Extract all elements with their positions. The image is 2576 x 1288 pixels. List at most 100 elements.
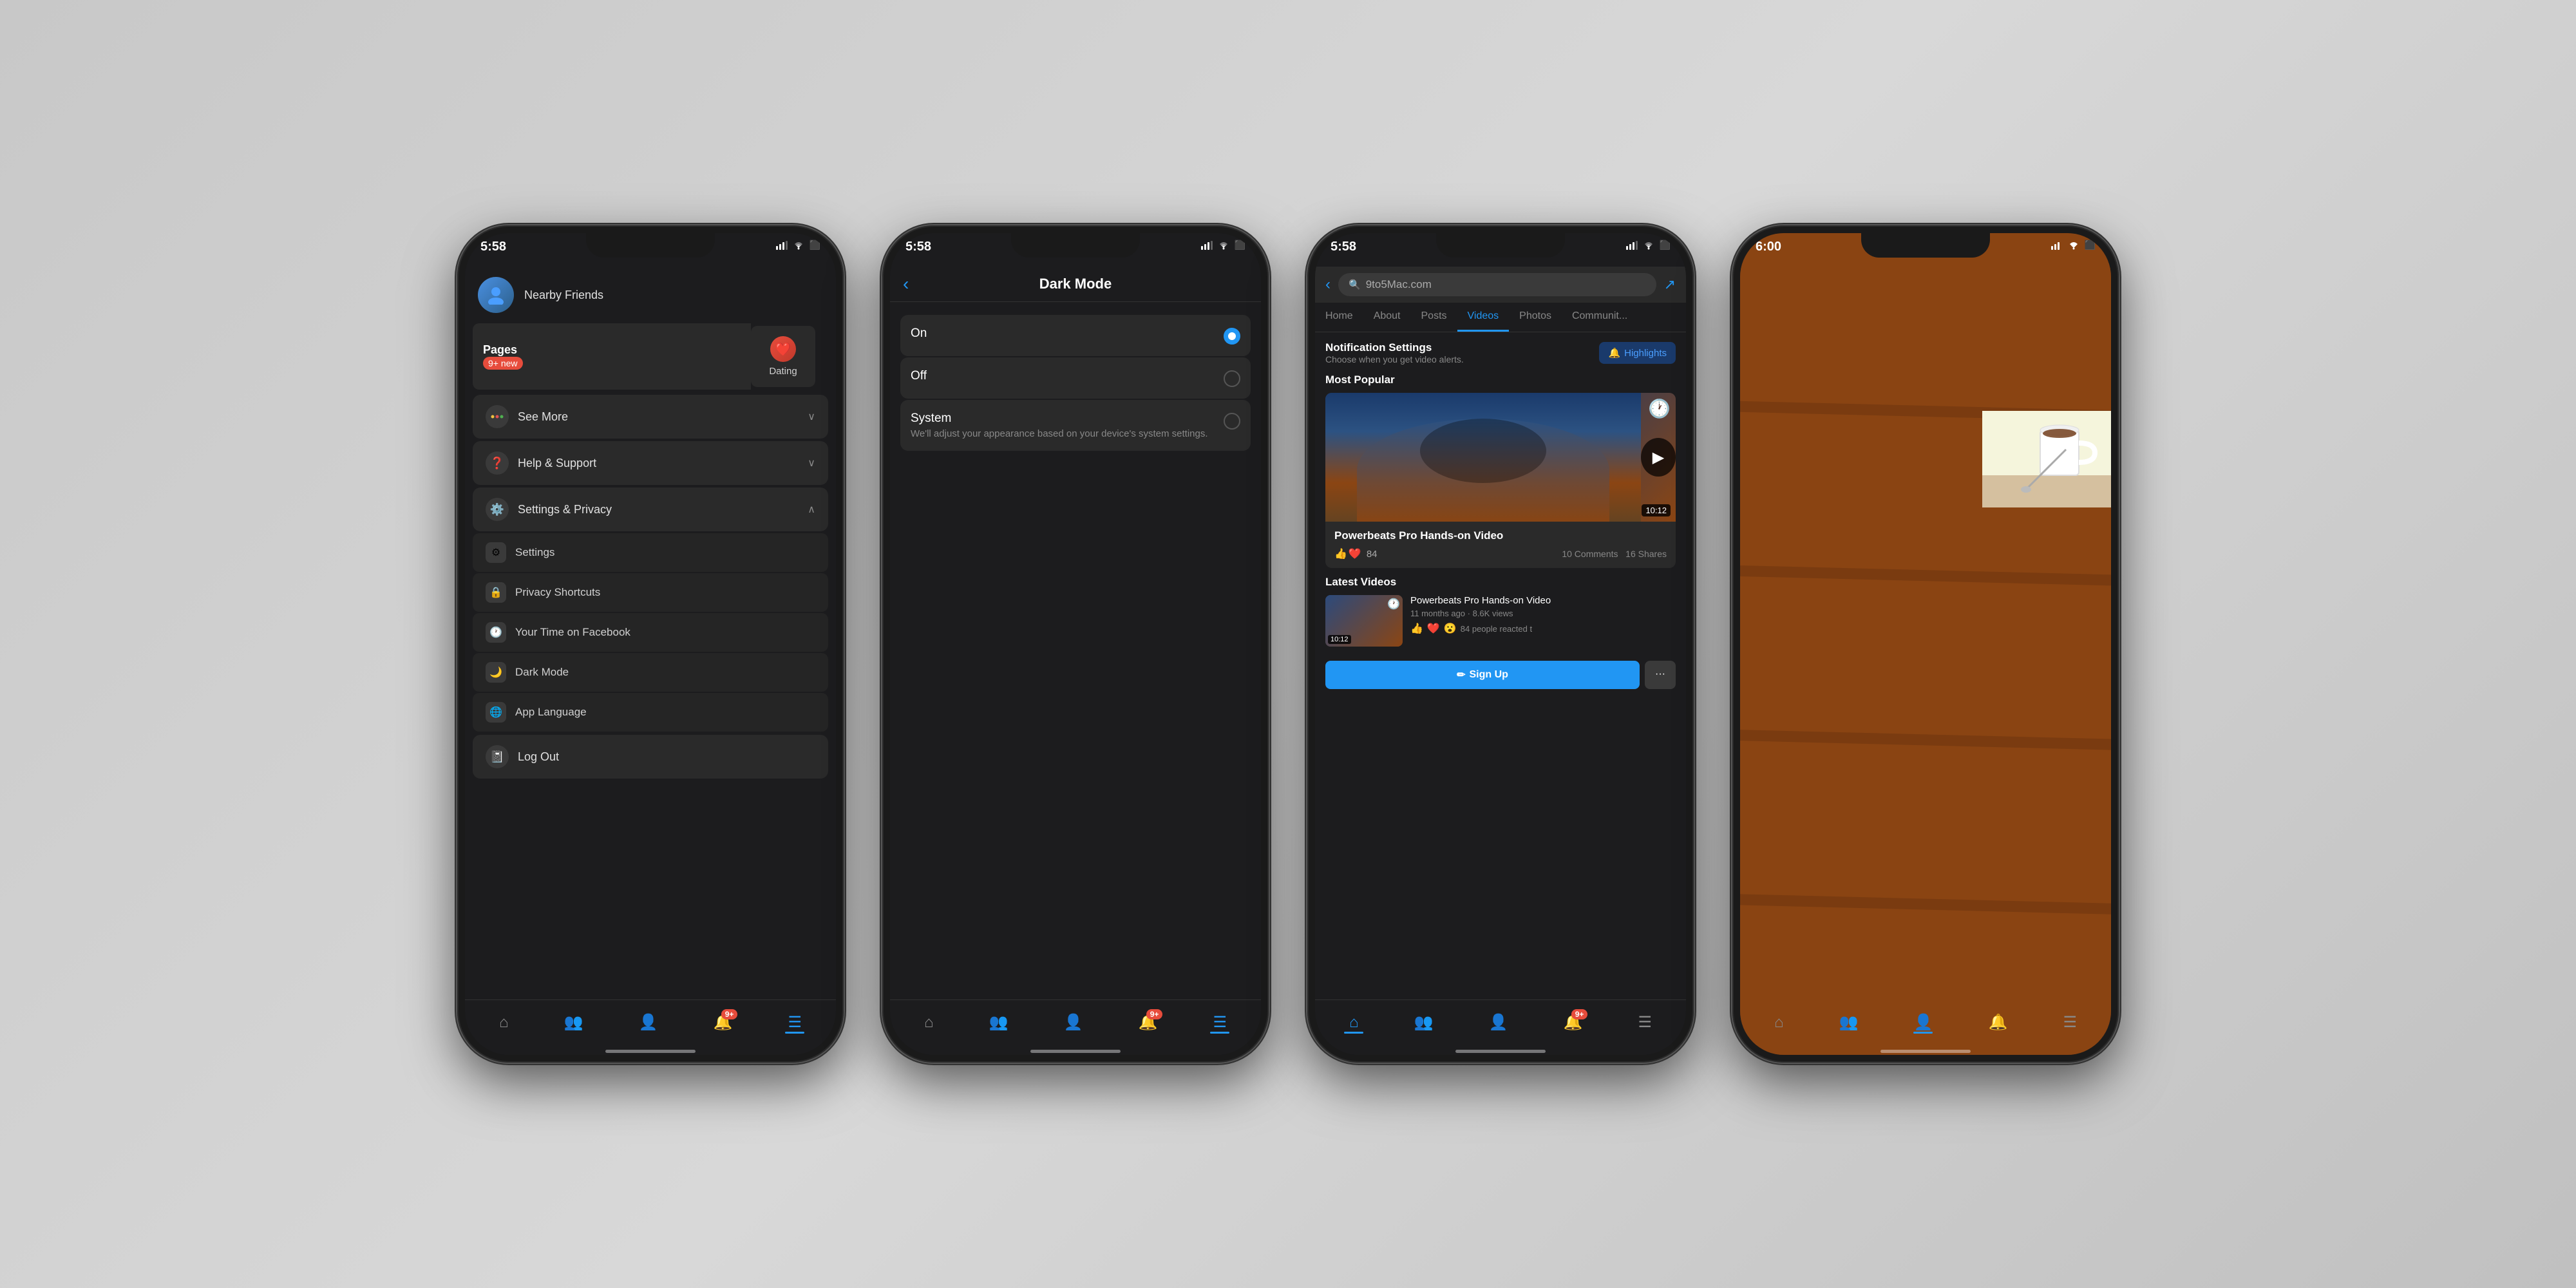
- nav-friends-2[interactable]: 👥: [989, 1013, 1009, 1032]
- log-out-item[interactable]: 📓 Log Out: [473, 735, 828, 779]
- nav-bell-1[interactable]: 🔔 9+: [714, 1013, 733, 1032]
- nav-profile-2[interactable]: 👤: [1064, 1013, 1083, 1032]
- nav-menu-4[interactable]: ☰: [2063, 1013, 2077, 1032]
- signal-icon: [776, 241, 788, 250]
- nav-bell-2[interactable]: 🔔 9+: [1139, 1013, 1158, 1032]
- off-radio[interactable]: [1224, 370, 1240, 387]
- off-label: Off: [911, 369, 927, 383]
- share-icon-3[interactable]: ↗: [1664, 276, 1676, 293]
- dark-option-on[interactable]: On: [900, 315, 1251, 356]
- privacy-shortcuts-item[interactable]: 🔒 Privacy Shortcuts: [473, 573, 828, 612]
- tab-community-3[interactable]: Communit...: [1562, 303, 1638, 332]
- nearby-friends-label: Nearby Friends: [524, 289, 603, 302]
- nav-home-4[interactable]: ⌂: [1774, 1014, 1784, 1032]
- friends-icon-2: 👥: [989, 1013, 1009, 1032]
- nav-bell-3[interactable]: 🔔 9+: [1564, 1013, 1583, 1032]
- on-radio-dot: [1228, 332, 1236, 340]
- search-input-3[interactable]: 🔍 9to5Mac.com: [1338, 273, 1656, 296]
- main-video-thumbnail: ▶ 🕐 10:12: [1325, 393, 1676, 522]
- highlights-button[interactable]: 🔔 Highlights: [1599, 342, 1676, 364]
- nav-home-2[interactable]: ⌂: [924, 1014, 934, 1032]
- home-indicator-1: [465, 1051, 836, 1055]
- play-button[interactable]: ▶: [1641, 438, 1676, 477]
- back-icon-3[interactable]: ‹: [1325, 276, 1331, 294]
- profile-icon-4: 👤: [1914, 1013, 1933, 1032]
- more-button[interactable]: ···: [1645, 661, 1676, 689]
- privacy-shortcuts-label: Privacy Shortcuts: [515, 586, 600, 599]
- settings-item[interactable]: ⚙ Settings: [473, 533, 828, 572]
- status-icons-4: ⬛: [2051, 240, 2096, 251]
- settings-privacy-icon: ⚙️: [486, 498, 509, 521]
- notif-title: Notification Settings: [1325, 341, 1464, 354]
- sign-up-button[interactable]: ✏ Sign Up: [1325, 661, 1640, 689]
- nav-profile-1[interactable]: 👤: [639, 1013, 658, 1032]
- settings-privacy-item[interactable]: ⚙️ Settings & Privacy ∧: [473, 488, 828, 531]
- photo-grid: [1740, 314, 2111, 507]
- status-time-3: 5:58: [1331, 240, 1356, 254]
- nav-menu-2[interactable]: ☰: [1213, 1013, 1227, 1032]
- status-icons-1: ⬛: [776, 240, 820, 251]
- profile-icon-1: 👤: [639, 1013, 658, 1032]
- notch-1: [586, 233, 715, 258]
- dark-option-off[interactable]: Off: [900, 357, 1251, 399]
- see-more-chevron: ∨: [808, 410, 815, 423]
- system-label: System: [911, 412, 1208, 426]
- on-radio[interactable]: [1224, 328, 1240, 345]
- signal-icon-2: [1201, 241, 1213, 250]
- pages-card[interactable]: Pages 9+ new: [473, 323, 751, 390]
- nearby-avatar: [478, 277, 514, 313]
- nearby-friends-section[interactable]: Nearby Friends: [465, 267, 836, 323]
- dark-mode-item[interactable]: 🌙 Dark Mode: [473, 653, 828, 692]
- tab-videos-3[interactable]: Videos: [1457, 303, 1510, 332]
- phone-1: 5:58 ⬛ Nearby Friends Pages 9+ new: [457, 225, 844, 1063]
- app-language-label: App Language: [515, 706, 587, 719]
- tab-about-3[interactable]: About: [1363, 303, 1411, 332]
- latest-video-item[interactable]: 🕐 10:12 Powerbeats Pro Hands-on Video 11…: [1325, 595, 1676, 647]
- latest-reactions: 👍 ❤️ 😮 84 people reacted t: [1410, 622, 1551, 635]
- search-text-3: 9to5Mac.com: [1366, 278, 1432, 291]
- app-language-item[interactable]: 🌐 App Language: [473, 693, 828, 732]
- highlights-label: Highlights: [1624, 348, 1667, 359]
- phone-3: 5:58 ⬛ ‹ 🔍 9to5Mac.com ↗ Home About Post…: [1307, 225, 1694, 1063]
- main-video-card[interactable]: ▶ 🕐 10:12 Powerbeats Pro Hands-on Video …: [1325, 393, 1676, 568]
- nav-home-1[interactable]: ⌂: [499, 1014, 509, 1032]
- secondary-photos: [1982, 314, 2111, 507]
- nav-friends-1[interactable]: 👥: [564, 1013, 583, 1032]
- tab-photos-3[interactable]: Photos: [1509, 303, 1562, 332]
- nav-profile-3[interactable]: 👤: [1489, 1013, 1508, 1032]
- settings-icon: ⚙: [486, 542, 506, 563]
- active-indicator-2: [1210, 1032, 1229, 1034]
- nav-home-3[interactable]: ⌂: [1349, 1014, 1359, 1032]
- system-radio[interactable]: [1224, 413, 1240, 430]
- nav-menu-1[interactable]: ☰: [788, 1013, 802, 1032]
- nav-profile-4[interactable]: 👤: [1914, 1013, 1933, 1032]
- nav-friends-3[interactable]: 👥: [1414, 1013, 1434, 1032]
- friends-icon-4: 👥: [1839, 1013, 1859, 1032]
- see-more-item[interactable]: See More ∨: [473, 395, 828, 439]
- tab-home-3[interactable]: Home: [1315, 303, 1363, 332]
- pages-title: Pages: [483, 343, 523, 357]
- video-title: Powerbeats Pro Hands-on Video: [1334, 529, 1667, 542]
- video-duration: 10:12: [1642, 504, 1671, 516]
- battery-icon: ⬛: [810, 240, 820, 251]
- menu-icon-3: ☰: [1638, 1013, 1652, 1032]
- latest-reactions-text: 84 people reacted t: [1461, 624, 1532, 634]
- bottom-actions-3: ✏ Sign Up ···: [1315, 654, 1686, 696]
- photo-top[interactable]: [1982, 314, 2111, 411]
- like-icon: 👍: [1334, 547, 1347, 560]
- photo-bottom[interactable]: [1982, 411, 2111, 507]
- help-support-item[interactable]: ❓ Help & Support ∨: [473, 441, 828, 485]
- wifi-icon-4: [2068, 241, 2079, 250]
- nav-friends-4[interactable]: 👥: [1839, 1013, 1859, 1032]
- dark-option-system[interactable]: System We'll adjust your appearance base…: [900, 400, 1251, 451]
- search-bar-3: ‹ 🔍 9to5Mac.com ↗: [1315, 267, 1686, 303]
- tab-posts-3[interactable]: Posts: [1411, 303, 1457, 332]
- active-indicator-3: [1344, 1032, 1363, 1034]
- status-icons-2: ⬛: [1201, 240, 1245, 251]
- log-out-label: Log Out: [518, 750, 559, 764]
- back-button-2[interactable]: ‹: [903, 274, 909, 294]
- nav-menu-3[interactable]: ☰: [1638, 1013, 1652, 1032]
- your-time-item[interactable]: 🕐 Your Time on Facebook: [473, 613, 828, 652]
- dating-card[interactable]: ❤️ Dating: [751, 326, 815, 387]
- nav-bell-4[interactable]: 🔔: [1989, 1013, 2008, 1032]
